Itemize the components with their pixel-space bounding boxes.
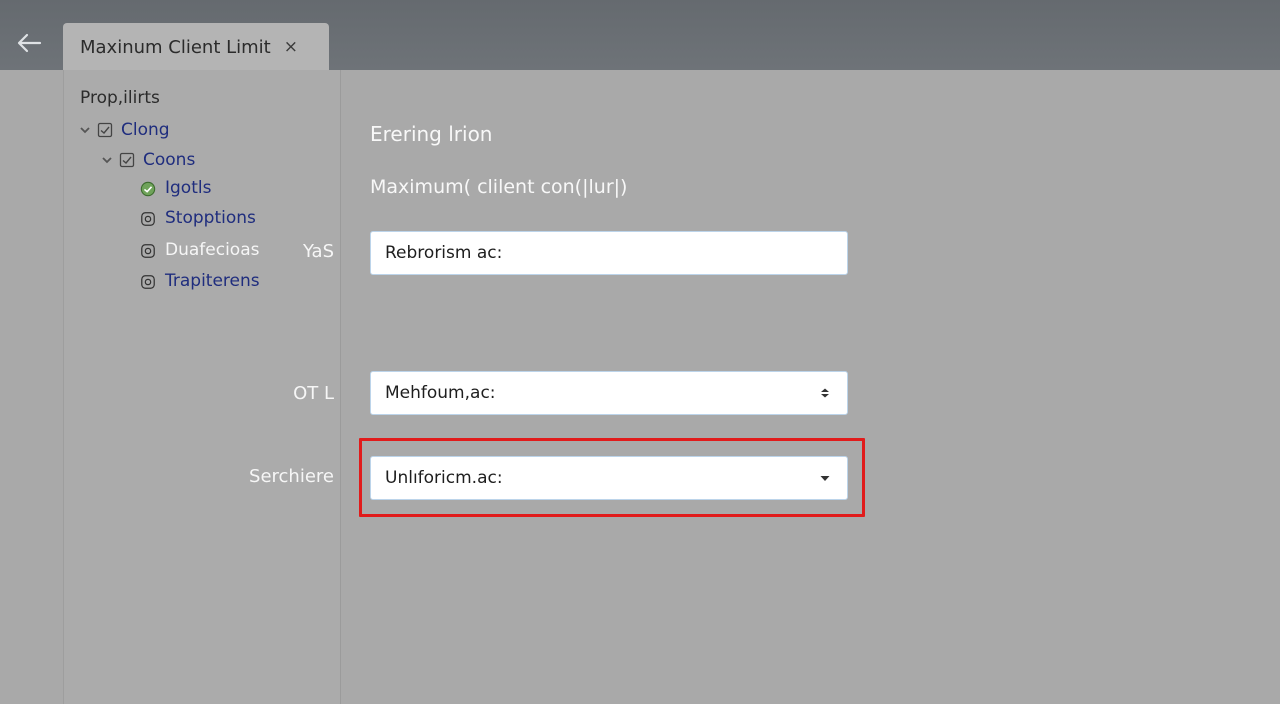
checkbox-icon	[119, 152, 135, 168]
highlight-box	[359, 438, 865, 517]
text-field-yas[interactable]: Rebrorism ac:	[370, 231, 848, 275]
tab-title: Maxinum Client Limit	[80, 36, 271, 58]
check-circle-icon	[140, 180, 156, 197]
section-subtitle: Maximum( clilent con(|lur|)	[370, 176, 628, 198]
field-label-otl: OT L	[293, 383, 334, 404]
tree-item-label: Coons	[143, 150, 196, 170]
tree-item-label: Clong	[121, 120, 170, 140]
checkbox-icon	[97, 122, 113, 138]
tree-item-coons[interactable]: Coons	[100, 150, 195, 170]
tab-maximum-client-limit[interactable]: Maxinum Client Limit ×	[63, 23, 329, 71]
close-icon[interactable]: ×	[284, 37, 298, 57]
tree-title: Prop,ilirts	[80, 88, 160, 108]
field-label-yas: YaS	[303, 241, 334, 262]
tree-item-stopptions[interactable]: Stopptions	[140, 208, 256, 228]
settings-icon	[140, 210, 156, 226]
tree-item-clong[interactable]: Clong	[78, 120, 170, 140]
settings-icon	[140, 273, 156, 289]
section-title: Erering lrion	[370, 122, 493, 146]
chevron-down-icon[interactable]	[100, 153, 114, 167]
tree-item-trapiterens[interactable]: Trapiterens	[140, 271, 260, 291]
field-value: Mehfoum,ac:	[385, 383, 496, 403]
stepper-arrows-icon[interactable]	[815, 383, 835, 403]
field-value: Rebrorism ac:	[385, 243, 503, 263]
tree-item-label: Trapiterens	[165, 271, 260, 291]
select-field-otl[interactable]: Mehfoum,ac:	[370, 371, 848, 415]
chevron-down-icon[interactable]	[78, 123, 92, 137]
field-label-serchiere: Serchiere	[249, 466, 334, 487]
tree-item-label: Igotls	[165, 178, 212, 198]
tree-item-igotls[interactable]: Igotls	[140, 178, 211, 198]
settings-icon	[140, 242, 156, 258]
back-arrow-icon	[16, 32, 42, 58]
tree-item-label: Stopptions	[165, 208, 256, 228]
back-button[interactable]	[12, 30, 46, 60]
